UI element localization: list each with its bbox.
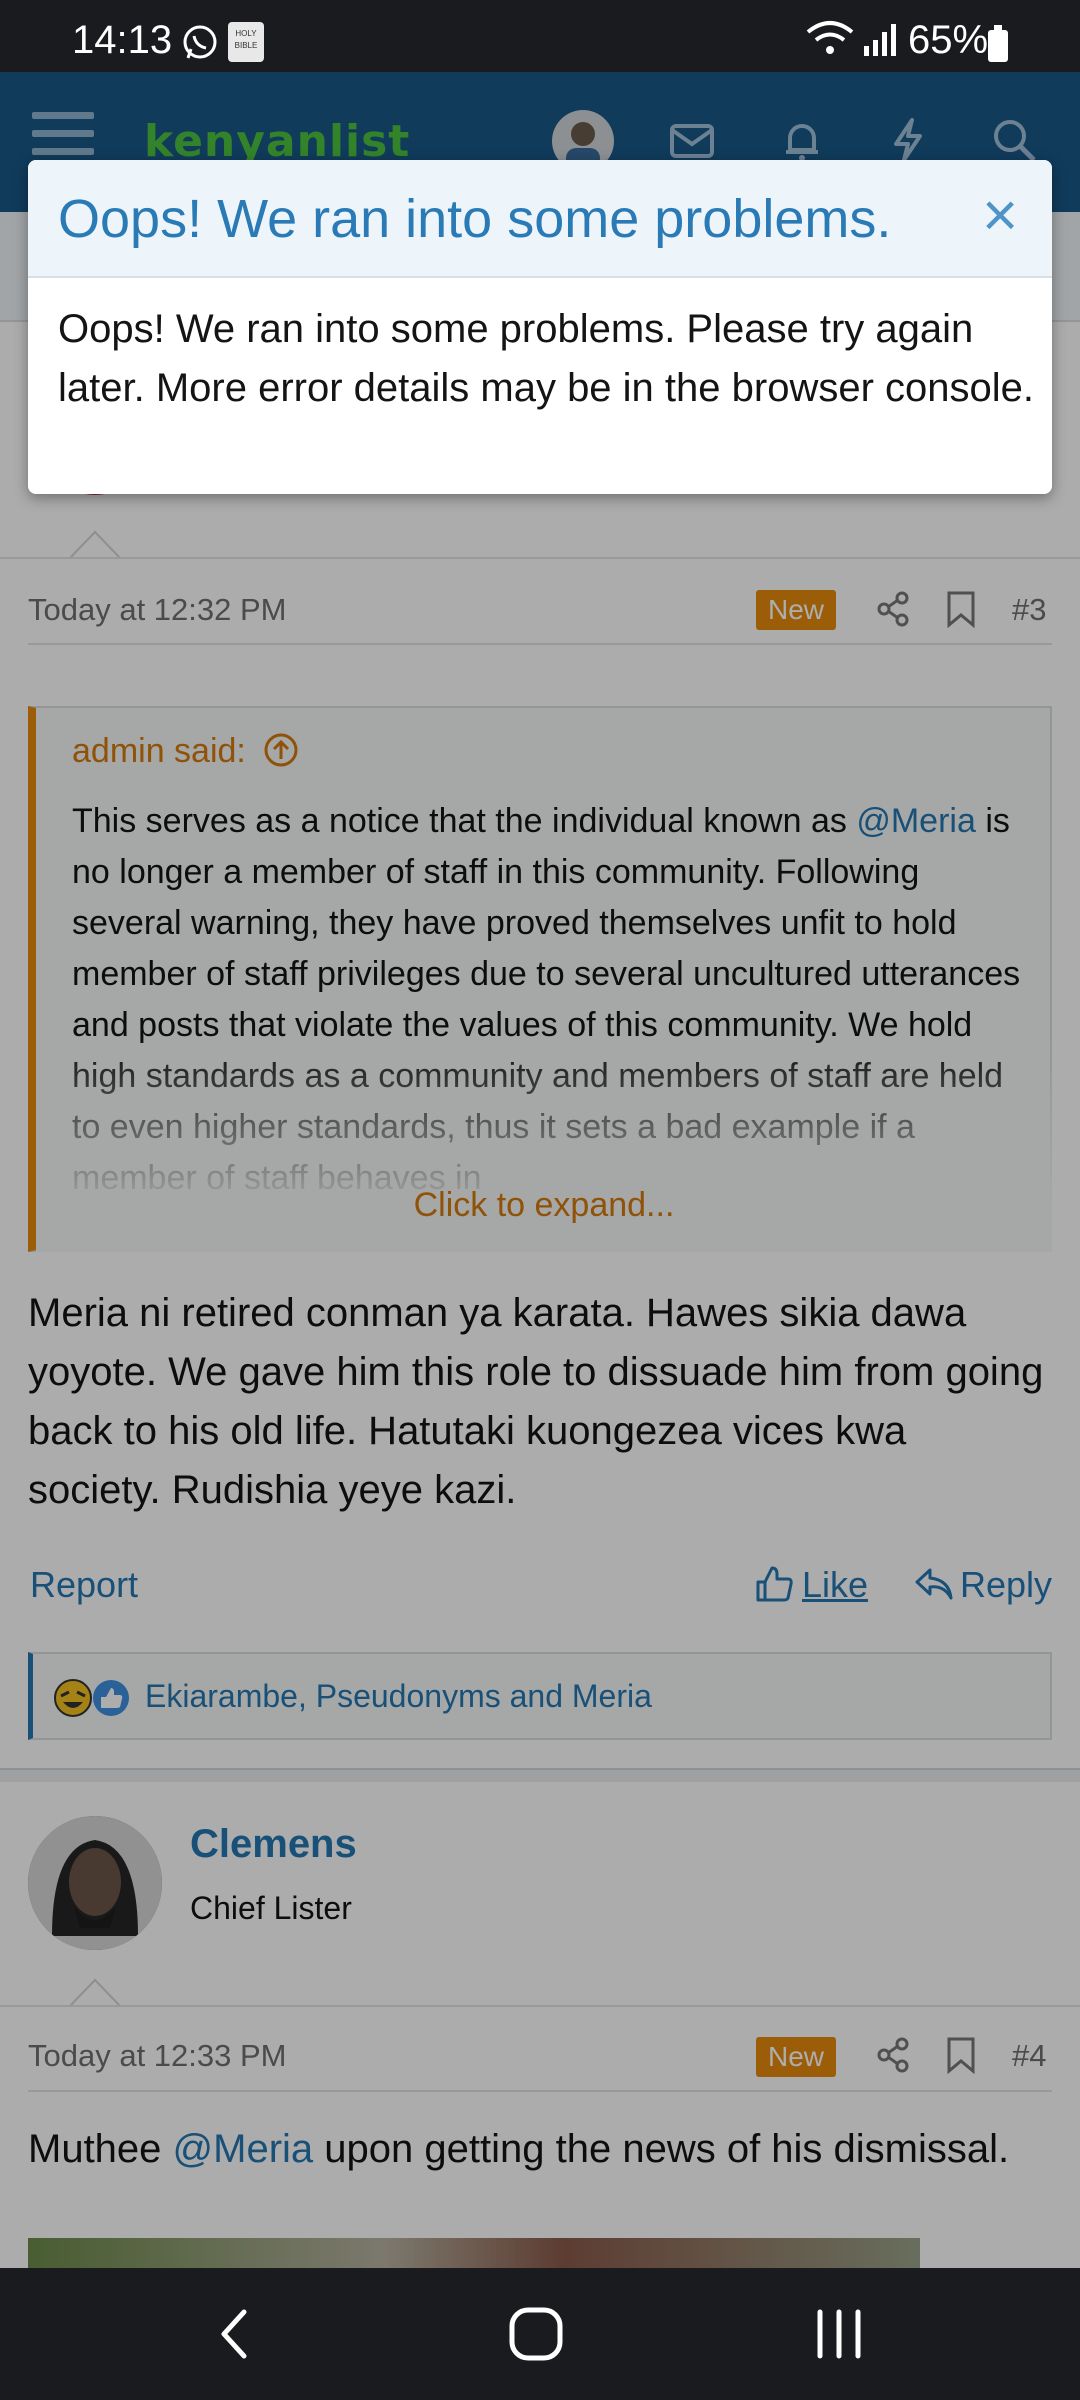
bible-app-icon: HOLY BIBLE [228,22,264,62]
error-modal: Oops! We ran into some problems. × Oops!… [28,160,1052,494]
recents-icon[interactable] [814,2306,864,2362]
modal-title: Oops! We ran into some problems. [58,189,892,249]
modal-body: Oops! We ran into some problems. Please … [58,307,1034,410]
close-button[interactable]: × [982,180,1018,251]
whatsapp-icon [183,25,217,59]
status-bar: 14:13 HOLY BIBLE 65% [0,0,1080,72]
battery-percent: 65% [908,18,989,62]
wifi-signal-icon [806,21,896,56]
battery-icon [988,25,1008,62]
system-nav-bar [0,2268,1080,2400]
back-icon[interactable] [214,2306,254,2362]
status-time: 14:13 [72,18,173,62]
home-icon[interactable] [508,2306,564,2362]
bible-label: HOLY BIBLE [234,29,258,50]
modal-header: Oops! We ran into some problems. × [28,160,1052,278]
